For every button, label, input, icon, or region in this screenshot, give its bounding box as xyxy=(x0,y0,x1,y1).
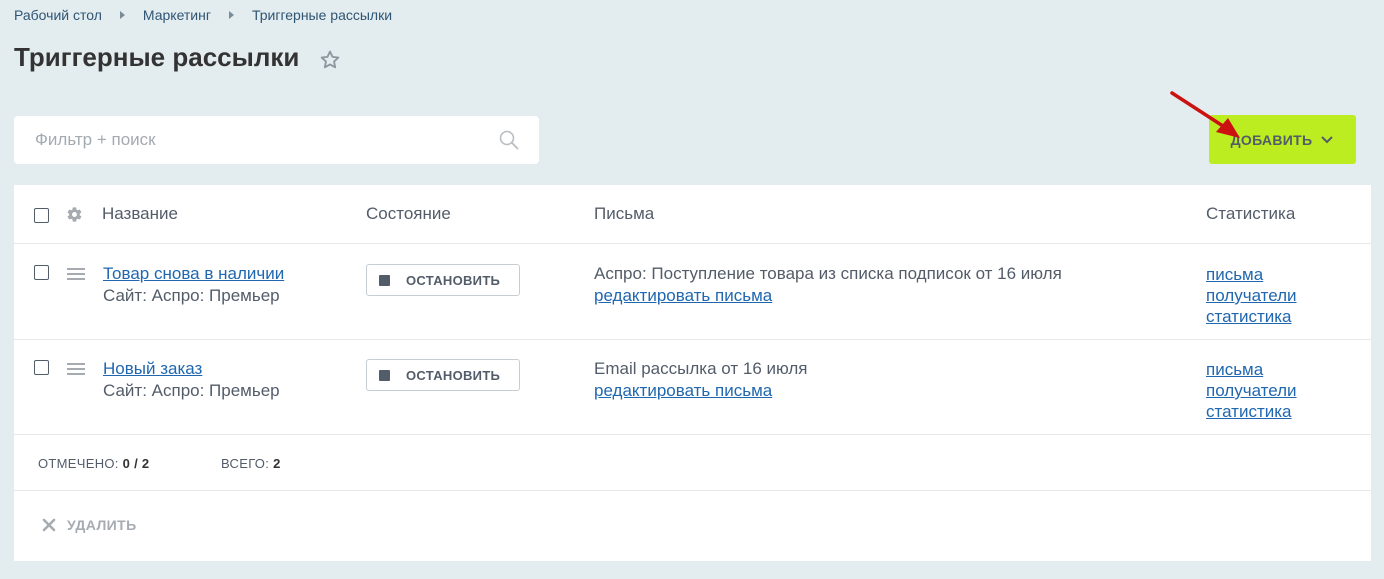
column-header-letters[interactable]: Письма xyxy=(594,204,654,224)
breadcrumb-item-desktop[interactable]: Рабочий стол xyxy=(14,7,102,23)
mailings-table: Название Состояние Письма Статистика Тов… xyxy=(14,185,1371,561)
stop-button-label: ОСТАНОВИТЬ xyxy=(406,367,501,383)
stop-button[interactable]: ОСТАНОВИТЬ xyxy=(366,359,520,391)
mailing-title-link[interactable]: Товар снова в наличии xyxy=(103,264,284,284)
search-input[interactable] xyxy=(14,116,474,164)
row-checkbox[interactable] xyxy=(34,265,49,280)
letter-name: Email рассылка от 16 июля xyxy=(594,359,808,378)
search-box xyxy=(14,116,539,164)
statistics-links: письма получатели статистика xyxy=(1206,264,1297,327)
row-checkbox[interactable] xyxy=(34,360,49,375)
statistics-link[interactable]: статистика xyxy=(1206,401,1297,422)
search-icon[interactable] xyxy=(499,130,519,150)
star-icon[interactable] xyxy=(319,49,341,71)
edit-letters-link[interactable]: редактировать письма xyxy=(594,381,772,401)
chevron-down-icon xyxy=(1320,135,1334,145)
breadcrumb-item-marketing[interactable]: Маркетинг xyxy=(143,7,211,23)
selected-count: ОТМЕЧЕНО: 0 / 2 xyxy=(38,456,149,471)
stop-icon xyxy=(379,274,390,286)
breadcrumb-separator-icon xyxy=(228,11,234,19)
total-count: ВСЕГО: 2 xyxy=(221,456,281,471)
stop-icon xyxy=(379,369,390,381)
letters-link[interactable]: письма xyxy=(1206,359,1297,380)
statistics-link[interactable]: статистика xyxy=(1206,306,1297,327)
column-header-statistics[interactable]: Статистика xyxy=(1206,204,1295,224)
mailing-site: Сайт: Аспро: Премьер xyxy=(103,381,280,400)
column-header-state[interactable]: Состояние xyxy=(366,204,451,224)
letter-name: Аспро: Поступление товара из списка подп… xyxy=(594,264,1062,283)
recipients-link[interactable]: получатели xyxy=(1206,380,1297,401)
delete-button[interactable]: УДАЛИТЬ xyxy=(42,517,137,533)
mailing-title-link[interactable]: Новый заказ xyxy=(103,359,202,379)
mailing-site: Сайт: Аспро: Премьер xyxy=(103,286,280,305)
breadcrumb: Рабочий стол Маркетинг Триггерные рассыл… xyxy=(14,7,392,23)
table-row: Товар снова в наличии Сайт: Аспро: Премь… xyxy=(14,245,1371,340)
letters-link[interactable]: письма xyxy=(1206,264,1297,285)
table-header: Название Состояние Письма Статистика xyxy=(14,185,1371,244)
close-icon xyxy=(42,518,56,532)
edit-letters-link[interactable]: редактировать письма xyxy=(594,286,772,306)
select-all-checkbox[interactable] xyxy=(34,208,49,223)
gear-icon[interactable] xyxy=(66,206,83,223)
stop-button[interactable]: ОСТАНОВИТЬ xyxy=(366,264,520,296)
delete-button-label: УДАЛИТЬ xyxy=(67,517,137,533)
selected-count-label: ОТМЕЧЕНО: xyxy=(38,456,119,471)
table-row: Новый заказ Сайт: Аспро: Премьер ОСТАНОВ… xyxy=(14,340,1371,435)
total-count-label: ВСЕГО: xyxy=(221,456,270,471)
recipients-link[interactable]: получатели xyxy=(1206,285,1297,306)
breadcrumb-item-trigger-mailings[interactable]: Триггерные рассылки xyxy=(252,7,392,23)
page-title: Триггерные рассылки xyxy=(14,42,300,72)
drag-handle-icon[interactable] xyxy=(67,268,85,280)
annotation-arrow-icon xyxy=(1170,91,1240,138)
selected-count-value: 0 / 2 xyxy=(122,456,150,471)
drag-handle-icon[interactable] xyxy=(67,363,85,375)
breadcrumb-separator-icon xyxy=(119,11,125,19)
stop-button-label: ОСТАНОВИТЬ xyxy=(406,272,501,288)
column-header-name[interactable]: Название xyxy=(102,204,178,224)
statistics-links: письма получатели статистика xyxy=(1206,359,1297,422)
table-footer: ОТМЕЧЕНО: 0 / 2 ВСЕГО: 2 xyxy=(14,436,1371,491)
title-row: Триггерные рассылки xyxy=(14,42,341,73)
total-count-value: 2 xyxy=(273,456,281,471)
